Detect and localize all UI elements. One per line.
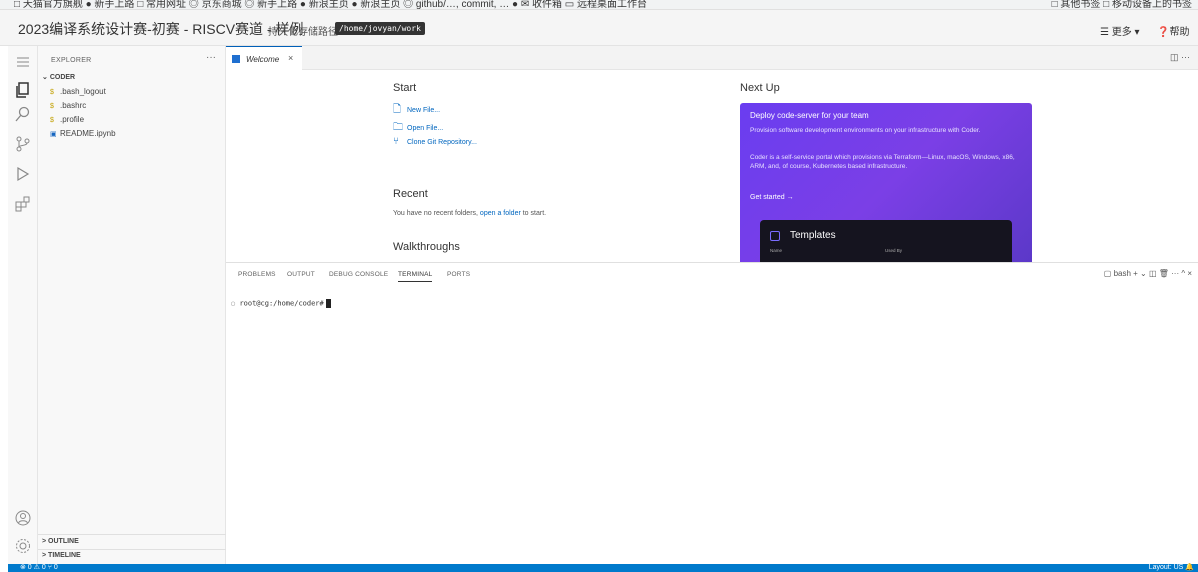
folder-coder[interactable]: ⌄ CODER bbox=[42, 73, 75, 81]
bookmarks-bar: □ 天猫官方旗舰 ● 新手上路 □ 常用网址 ◎ 京东商城 ◎ 新手上路 ● 新… bbox=[0, 0, 1198, 10]
close-icon[interactable]: × bbox=[288, 53, 293, 63]
recent-empty-text: You have no recent folders, open a folde… bbox=[393, 210, 546, 217]
new-file-label: New File... bbox=[407, 107, 441, 114]
notebook-file-icon: ▣ bbox=[50, 131, 57, 138]
git-branch-icon: ⑂ bbox=[393, 136, 399, 147]
folder-label: CODER bbox=[49, 74, 76, 81]
file-item[interactable]: $ .profile bbox=[50, 115, 84, 124]
recent-text-after: to start. bbox=[520, 210, 547, 217]
welcome-page: Start 🗋 New File... 🗀 Open File... ⑂ Clone … bbox=[226, 70, 1198, 262]
get-started-link[interactable]: Get started → bbox=[750, 194, 794, 201]
status-bar: ⊗ 0 ⚠ 0 ⑂ 0 Layout: US 🔔 bbox=[8, 564, 1198, 572]
file-item[interactable]: $ .bash_logout bbox=[50, 87, 106, 96]
terminal[interactable]: ○ root@cg:/home/coder# bbox=[226, 287, 1198, 564]
storage-path-value: /home/jovyan/work bbox=[335, 22, 425, 35]
tab-problems[interactable]: PROBLEMS bbox=[238, 271, 276, 278]
search-icon[interactable] bbox=[13, 104, 33, 124]
terminal-prompt: ○ root@cg:/home/coder# bbox=[231, 299, 331, 308]
templates-preview: Templates Name Used By bbox=[760, 220, 1012, 262]
app-header: 2023编译系统设计赛-初赛 - RISCV赛道 - 样例 持久化存储路径: /… bbox=[0, 10, 1198, 46]
templates-title: Templates bbox=[790, 230, 836, 241]
outline-label: OUTLINE bbox=[48, 538, 79, 545]
editor-actions[interactable]: ◫ ··· bbox=[1170, 52, 1190, 63]
card-paragraph-2: Coder is a self-service portal which pro… bbox=[750, 154, 1015, 170]
start-heading: Start bbox=[393, 82, 417, 94]
card-paragraph-1: Provision software development environme… bbox=[750, 127, 981, 134]
clone-repo-link[interactable]: ⑂ Clone Git Repository... bbox=[393, 136, 477, 147]
recent-text: You have no recent folders, bbox=[393, 210, 480, 217]
new-file-icon: 🗋 bbox=[393, 104, 402, 115]
terminal-actions[interactable]: ▢ bash + ⌄ ◫ 🗑 ··· ^ × bbox=[1104, 269, 1192, 278]
timeline-section[interactable]: > TIMELINE bbox=[42, 552, 81, 559]
tab-ports[interactable]: PORTS bbox=[447, 271, 470, 278]
settings-gear-icon[interactable] bbox=[13, 536, 33, 556]
templates-col-name: Name bbox=[770, 248, 783, 253]
next-up-heading: Next Up bbox=[740, 82, 780, 94]
recent-heading: Recent bbox=[393, 188, 428, 200]
templates-icon bbox=[770, 231, 780, 241]
file-item[interactable]: $ .bashrc bbox=[50, 101, 86, 110]
open-file-label: Open File... bbox=[407, 125, 444, 132]
menu-icon[interactable] bbox=[13, 52, 33, 72]
tab-terminal[interactable]: TERMINAL bbox=[398, 271, 433, 282]
card-title: Deploy code-server for your team bbox=[750, 111, 869, 120]
help-button[interactable]: ❓帮助 bbox=[1157, 23, 1189, 38]
shell-file-icon: $ bbox=[50, 117, 54, 124]
coder-promo-card: Deploy code-server for your team Provisi… bbox=[740, 103, 1032, 262]
storage-path-label: 持久化存储路径: bbox=[268, 27, 341, 38]
explorer-sidebar: EXPLORER ··· ⌄ CODER $ .bash_logout $ .bas… bbox=[38, 46, 226, 564]
extensions-icon[interactable] bbox=[13, 194, 33, 214]
problems-status[interactable]: ⊗ 0 ⚠ 0 ⑂ 0 bbox=[20, 563, 58, 571]
divider bbox=[38, 549, 226, 550]
tab-label: Welcome bbox=[246, 55, 280, 64]
tab-welcome[interactable]: Welcome × bbox=[226, 46, 302, 70]
outline-section[interactable]: > OUTLINE bbox=[42, 538, 79, 545]
bookmarks-right[interactable]: □ 其他书签 □ 移动设备上的书签 bbox=[1052, 0, 1192, 9]
page-title: 2023编译系统设计赛-初赛 - RISCV赛道 - 样例 bbox=[18, 21, 304, 37]
open-folder-link[interactable]: open a folder bbox=[480, 210, 521, 217]
tab-output[interactable]: OUTPUT bbox=[287, 271, 315, 278]
open-file-icon: 🗀 bbox=[393, 122, 403, 133]
walkthroughs-heading: Walkthroughs bbox=[393, 241, 460, 253]
prompt-text: root@cg:/home/coder# bbox=[239, 299, 324, 308]
more-menu-button[interactable]: ☰ 更多 ▾ bbox=[1100, 23, 1140, 38]
file-name: README.ipynb bbox=[60, 129, 116, 138]
layout-status[interactable]: Layout: US 🔔 bbox=[1149, 563, 1194, 571]
file-name: .bashrc bbox=[60, 101, 87, 110]
run-debug-icon[interactable] bbox=[13, 164, 33, 184]
file-item[interactable]: ▣ README.ipynb bbox=[50, 129, 116, 138]
new-file-link[interactable]: 🗋 New File... bbox=[393, 102, 440, 119]
terminal-cursor bbox=[325, 299, 331, 308]
editor-tabs: Welcome × ◫ ··· bbox=[226, 46, 1198, 70]
timeline-label: TIMELINE bbox=[48, 552, 81, 559]
file-name: .profile bbox=[60, 115, 85, 124]
file-name: .bash_logout bbox=[60, 87, 106, 96]
shell-file-icon: $ bbox=[50, 103, 54, 110]
templates-col-used: Used By bbox=[885, 248, 903, 253]
vscode-logo-icon bbox=[232, 55, 240, 63]
tab-debug-console[interactable]: DEBUG CONSOLE bbox=[329, 271, 388, 278]
bookmarks-left[interactable]: □ 天猫官方旗舰 ● 新手上路 □ 常用网址 ◎ 京东商城 ◎ 新手上路 ● 新… bbox=[14, 0, 647, 9]
explorer-files-icon[interactable] bbox=[13, 80, 33, 100]
shell-file-icon: $ bbox=[50, 89, 54, 96]
explorer-title: EXPLORER bbox=[51, 57, 92, 64]
explorer-more-button[interactable]: ··· bbox=[206, 52, 216, 63]
clone-repo-label: Clone Git Repository... bbox=[407, 139, 477, 146]
panel-tabs: PROBLEMS OUTPUT DEBUG CONSOLE TERMINAL P… bbox=[226, 263, 1198, 287]
account-icon[interactable] bbox=[13, 508, 33, 528]
divider bbox=[38, 534, 226, 535]
source-control-icon[interactable] bbox=[13, 134, 33, 154]
open-file-link[interactable]: 🗀 Open File... bbox=[393, 120, 443, 137]
activity-bar bbox=[8, 46, 38, 564]
